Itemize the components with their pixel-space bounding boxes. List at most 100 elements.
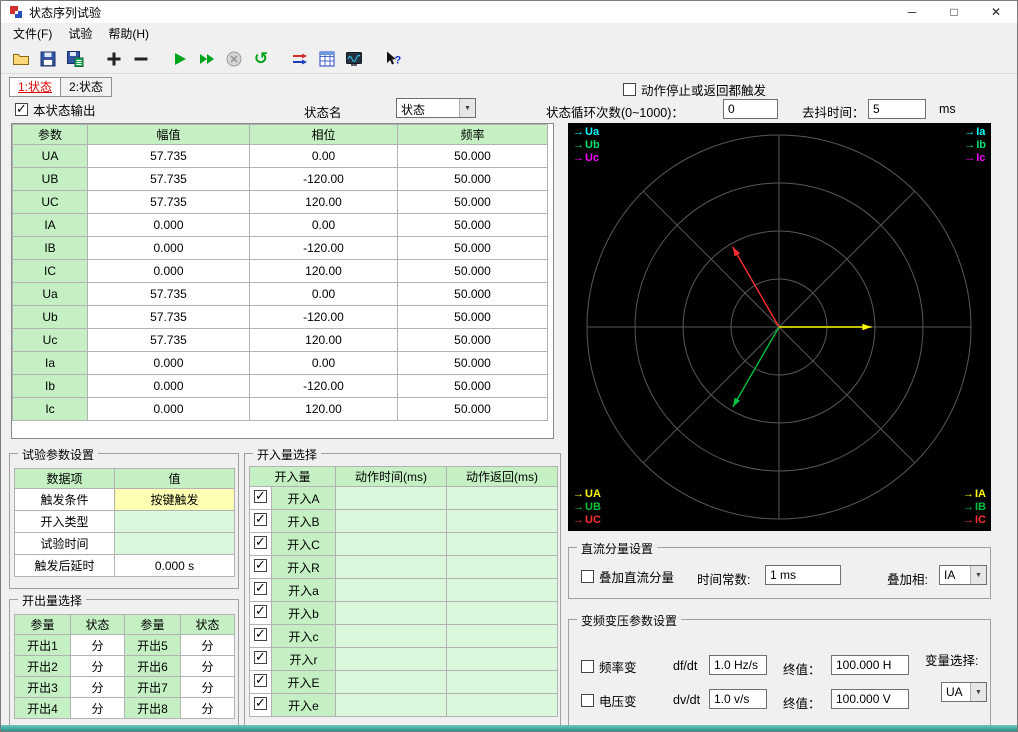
- save-file-button[interactable]: [36, 47, 60, 71]
- save-report-button[interactable]: [63, 47, 87, 71]
- dc-superimpose-checkbox[interactable]: [581, 570, 594, 583]
- time-constant-input[interactable]: [765, 565, 841, 585]
- frequency-cell[interactable]: 50.000: [398, 260, 548, 283]
- parameter-table-header: 参数 幅值 相位 频率: [13, 125, 548, 145]
- phase-cell[interactable]: 0.00: [250, 214, 398, 237]
- stop-test-button[interactable]: [222, 47, 246, 71]
- frequency-cell[interactable]: 50.000: [398, 398, 548, 421]
- phase-cell[interactable]: 120.00: [250, 329, 398, 352]
- chevron-down-icon[interactable]: [970, 566, 986, 584]
- menu-item[interactable]: 帮助(H): [100, 23, 157, 44]
- freq-final-input[interactable]: [831, 655, 909, 675]
- input-row-checkbox[interactable]: [254, 674, 267, 687]
- frequency-cell[interactable]: 50.000: [398, 306, 548, 329]
- amplitude-cell[interactable]: 0.000: [88, 214, 250, 237]
- chevron-down-icon[interactable]: [459, 99, 475, 117]
- input-row-checkbox[interactable]: [254, 582, 267, 595]
- phase-cell[interactable]: -120.00: [250, 168, 398, 191]
- value-cell[interactable]: 0.000 s: [115, 555, 235, 577]
- frequency-cell[interactable]: 50.000: [398, 214, 548, 237]
- input-row-checkbox[interactable]: [254, 697, 267, 710]
- output-state-cell[interactable]: 分: [181, 656, 235, 677]
- value-cell[interactable]: 按键触发: [115, 489, 235, 511]
- remove-state-button[interactable]: [129, 47, 153, 71]
- close-button[interactable]: ✕: [975, 1, 1017, 23]
- superimpose-phase-combobox[interactable]: IA: [939, 565, 987, 585]
- amplitude-cell[interactable]: 0.000: [88, 260, 250, 283]
- loop-count-input[interactable]: [723, 99, 778, 119]
- input-row-checkbox[interactable]: [254, 513, 267, 526]
- amplitude-cell[interactable]: 0.000: [88, 352, 250, 375]
- dvdt-input[interactable]: [709, 689, 767, 709]
- output-state-cell[interactable]: 分: [71, 656, 125, 677]
- frequency-cell[interactable]: 50.000: [398, 329, 548, 352]
- maximize-button[interactable]: □: [933, 1, 975, 23]
- amplitude-cell[interactable]: 0.000: [88, 398, 250, 421]
- state-output-checkbox[interactable]: [15, 103, 28, 116]
- undo-button[interactable]: [249, 47, 273, 71]
- frequency-cell[interactable]: 50.000: [398, 352, 548, 375]
- value-cell[interactable]: [115, 511, 235, 533]
- chevron-down-icon[interactable]: [970, 683, 986, 701]
- frequency-cell[interactable]: 50.000: [398, 237, 548, 260]
- input-row-checkbox[interactable]: [254, 559, 267, 572]
- amplitude-cell[interactable]: 57.735: [88, 168, 250, 191]
- amplitude-cell[interactable]: 57.735: [88, 145, 250, 168]
- output-state-cell[interactable]: 分: [181, 677, 235, 698]
- phase-cell[interactable]: -120.00: [250, 306, 398, 329]
- output-state-cell[interactable]: 分: [71, 635, 125, 656]
- menu-item[interactable]: 文件(F): [5, 23, 60, 44]
- tab-state-1[interactable]: 1:状态: [9, 77, 61, 97]
- minimize-button[interactable]: ─: [891, 1, 933, 23]
- phase-cell[interactable]: 120.00: [250, 191, 398, 214]
- output-name-cell: 开出1: [15, 635, 71, 656]
- phase-adjust-button[interactable]: [288, 47, 312, 71]
- output-state-cell[interactable]: 分: [71, 677, 125, 698]
- phase-cell[interactable]: -120.00: [250, 375, 398, 398]
- amplitude-cell[interactable]: 57.735: [88, 306, 250, 329]
- phase-cell[interactable]: 0.00: [250, 145, 398, 168]
- input-row-checkbox[interactable]: [254, 536, 267, 549]
- volt-change-checkbox[interactable]: [581, 694, 594, 707]
- phase-cell[interactable]: 0.00: [250, 283, 398, 306]
- menu-item[interactable]: 试验: [60, 23, 100, 44]
- debounce-time-input[interactable]: [868, 99, 926, 119]
- start-test-button[interactable]: [168, 47, 192, 71]
- output-state-cell[interactable]: 分: [71, 698, 125, 719]
- frequency-cell[interactable]: 50.000: [398, 168, 548, 191]
- input-row-checkbox[interactable]: [254, 490, 267, 503]
- input-row-checkbox[interactable]: [254, 651, 267, 664]
- add-state-button[interactable]: [102, 47, 126, 71]
- context-help-button[interactable]: ?: [381, 47, 405, 71]
- open-file-button[interactable]: [9, 47, 33, 71]
- amplitude-cell[interactable]: 57.735: [88, 283, 250, 306]
- value-cell[interactable]: [115, 533, 235, 555]
- amplitude-cell[interactable]: 0.000: [88, 375, 250, 398]
- phase-cell[interactable]: 0.00: [250, 352, 398, 375]
- frequency-cell[interactable]: 50.000: [398, 283, 548, 306]
- volt-final-input[interactable]: [831, 689, 909, 709]
- variable-select-combobox[interactable]: UA: [941, 682, 987, 702]
- vector-table-button[interactable]: [315, 47, 339, 71]
- tab-state-2[interactable]: 2:状态: [61, 77, 112, 97]
- frequency-cell[interactable]: 50.000: [398, 145, 548, 168]
- output-state-cell[interactable]: 分: [181, 698, 235, 719]
- amplitude-cell[interactable]: 57.735: [88, 191, 250, 214]
- input-row-checkbox[interactable]: [254, 628, 267, 641]
- amplitude-cell[interactable]: 0.000: [88, 237, 250, 260]
- phase-cell[interactable]: -120.00: [250, 237, 398, 260]
- amplitude-cell[interactable]: 57.735: [88, 329, 250, 352]
- state-name-combobox[interactable]: 状态: [396, 98, 476, 118]
- fast-forward-button[interactable]: [195, 47, 219, 71]
- frequency-cell[interactable]: 50.000: [398, 191, 548, 214]
- dfdt-input[interactable]: [709, 655, 767, 675]
- input-row-checkbox[interactable]: [254, 605, 267, 618]
- output-state-cell[interactable]: 分: [181, 635, 235, 656]
- waveform-display-button[interactable]: [342, 47, 366, 71]
- frequency-cell[interactable]: 50.000: [398, 375, 548, 398]
- freq-change-checkbox[interactable]: [581, 660, 594, 673]
- phase-cell[interactable]: 120.00: [250, 398, 398, 421]
- save-report-icon: [66, 50, 84, 68]
- phase-cell[interactable]: 120.00: [250, 260, 398, 283]
- trigger-on-stop-return-checkbox[interactable]: [623, 83, 636, 96]
